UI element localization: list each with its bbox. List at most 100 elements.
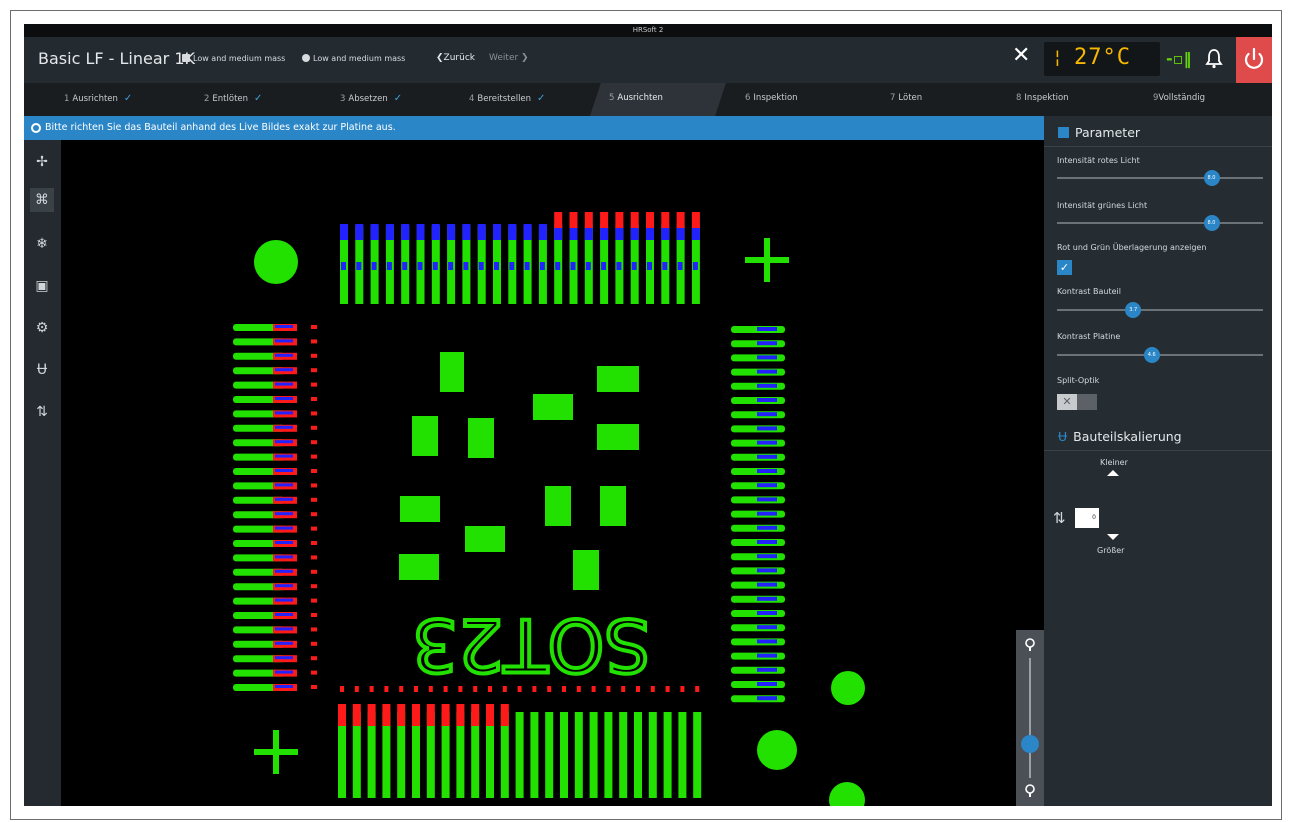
step-8[interactable]: 8 Inspektion (1016, 93, 1069, 103)
fiducial-mark (254, 240, 298, 284)
zoom-track (1029, 658, 1031, 778)
pcb-pad-overlay (757, 383, 777, 388)
pcb-pad-overlay (355, 224, 364, 240)
bell-icon[interactable] (1204, 46, 1224, 70)
parameter-header: Parameter (1058, 125, 1140, 140)
parameter-panel: Parameter Intensität rotes Licht 8.0 Int… (1044, 116, 1272, 806)
step-1[interactable]: 1 Ausrichten ✓ (64, 93, 132, 104)
pcb-pad-overlay (757, 341, 777, 346)
overlay-checkbox[interactable]: ✓ (1057, 260, 1072, 275)
larger-label: Größer (1097, 546, 1125, 555)
pcb-pad-overlay (275, 627, 293, 631)
step-7[interactable]: 7 Löten (890, 93, 922, 103)
pcb-pad-overlay (275, 541, 293, 544)
pcb-pad (574, 712, 583, 798)
alignment-cross (745, 257, 789, 263)
red-light-slider[interactable] (1057, 177, 1263, 179)
left-toolbar: ✢ ⌘ ❄ ▣ ⚙ Ʉ ⇅ (24, 140, 61, 806)
pcb-pad-overlay (757, 369, 777, 374)
toggle-off-icon: ✕ (1057, 394, 1077, 410)
live-camera-view[interactable]: SOT23 (61, 140, 1044, 806)
pcb-pad-overlay (757, 440, 777, 445)
pcb-pad-overlay (311, 425, 317, 430)
pcb-pad-overlay (615, 212, 624, 228)
step-2[interactable]: 2 Entlöten ✓ (204, 93, 262, 104)
pcb-pad-overlay (401, 224, 410, 240)
alignment-cross (254, 749, 298, 755)
zoom-slider[interactable] (1016, 630, 1044, 806)
step-5[interactable]: 5 Ausrichten (609, 93, 663, 103)
pcb-pad-overlay (311, 353, 317, 358)
check-icon: ✓ (537, 93, 546, 104)
pcb-pad-overlay (311, 397, 317, 401)
back-button[interactable]: ❮Zurück (436, 53, 475, 63)
step-label: Ausrichten (72, 94, 118, 104)
pcb-pad (468, 418, 494, 458)
pcb-pad-overlay (757, 511, 777, 516)
component-contrast-knob[interactable]: 3.7 (1125, 302, 1142, 318)
pcb-pad-overlay (275, 368, 293, 372)
instruction-bar: Bitte richten Sie das Bauteil anhand des… (24, 116, 1044, 140)
pcb-pad-overlay (757, 454, 777, 459)
pcb-pad-overlay (508, 224, 517, 240)
scale-up-arrow-icon[interactable] (1107, 470, 1119, 476)
step-9[interactable]: 9Vollständig (1153, 93, 1205, 103)
pcb-pad-overlay (757, 483, 777, 488)
pcb-pad-overlay (311, 440, 317, 445)
pcb-pad-overlay (538, 224, 547, 240)
scale-down-arrow-icon[interactable] (1107, 534, 1119, 540)
crosshair-icon[interactable]: ✢ (30, 150, 54, 174)
pcb-pad-overlay (757, 525, 777, 530)
pcb-pad-overlay (275, 598, 293, 602)
pcb-pad-overlay (385, 224, 394, 240)
pcb-pad-overlay (275, 454, 293, 458)
component-contrast-label: Kontrast Bauteil (1057, 287, 1121, 296)
gear-icon[interactable]: ⚙ (30, 316, 54, 340)
pcb-pad-overlay (311, 685, 317, 689)
fiducial-mark (829, 782, 865, 806)
pcb-pad-overlay (523, 224, 532, 240)
snowflake-icon[interactable]: ❄ (30, 232, 54, 256)
close-icon[interactable]: ✕ (1012, 43, 1030, 68)
scale-stepper-input[interactable]: 0 (1075, 508, 1099, 528)
pcb-pad-overlay (462, 224, 471, 240)
green-light-slider[interactable] (1057, 222, 1263, 224)
pcb-pad-overlay (356, 262, 362, 270)
green-light-knob[interactable]: 8.0 (1203, 215, 1220, 231)
split-optics-toggle[interactable]: ✕ (1057, 394, 1097, 410)
component-round-icon (302, 54, 310, 62)
component-icon[interactable]: ⌘ (30, 188, 54, 212)
nozzle-icon[interactable]: Ʉ (30, 358, 54, 382)
next-button[interactable]: Weiter ❯ (489, 53, 529, 63)
board-contrast-knob[interactable]: 4.6 (1143, 347, 1160, 363)
pcb-pad-overlay (494, 262, 499, 270)
pcb-pad-overlay (757, 667, 777, 672)
mass-setting-a[interactable]: Low and medium mass (182, 54, 285, 63)
step-6[interactable]: 6 Inspektion (745, 93, 798, 103)
pcb-pad-overlay (275, 353, 293, 357)
pcb-pad (648, 712, 657, 798)
image-icon[interactable]: ▣ (30, 274, 54, 298)
pcb-pad-overlay (275, 685, 293, 688)
zoom-in-icon[interactable] (1023, 638, 1037, 652)
pcb-pad-overlay (311, 584, 317, 589)
step-label: Inspektion (753, 93, 798, 103)
pcb-pad-overlay (311, 339, 317, 344)
step-label: Ausrichten (617, 93, 663, 103)
step-4[interactable]: 4 Bereitstellen ✓ (469, 93, 545, 104)
swap-vertical-icon[interactable]: ⇅ (30, 400, 54, 424)
board-contrast-slider[interactable] (1057, 354, 1263, 356)
red-light-knob[interactable]: 8.0 (1203, 170, 1220, 186)
zoom-knob[interactable] (1021, 735, 1039, 754)
mass-b-label: Low and medium mass (313, 54, 406, 63)
step-3[interactable]: 3 Absetzen ✓ (340, 93, 402, 104)
check-icon: ✓ (254, 93, 263, 104)
power-button[interactable] (1236, 37, 1272, 83)
plug-icon[interactable]: -▫‖ (1166, 49, 1191, 68)
mass-setting-b[interactable]: Low and medium mass (302, 54, 405, 63)
pcb-pad-overlay (676, 212, 685, 228)
pcb-pad-overlay (493, 224, 501, 240)
zoom-out-icon[interactable] (1023, 784, 1037, 798)
component-contrast-slider[interactable] (1057, 309, 1263, 311)
scaling-header: Ʉ Bauteilskalierung (1058, 429, 1182, 444)
